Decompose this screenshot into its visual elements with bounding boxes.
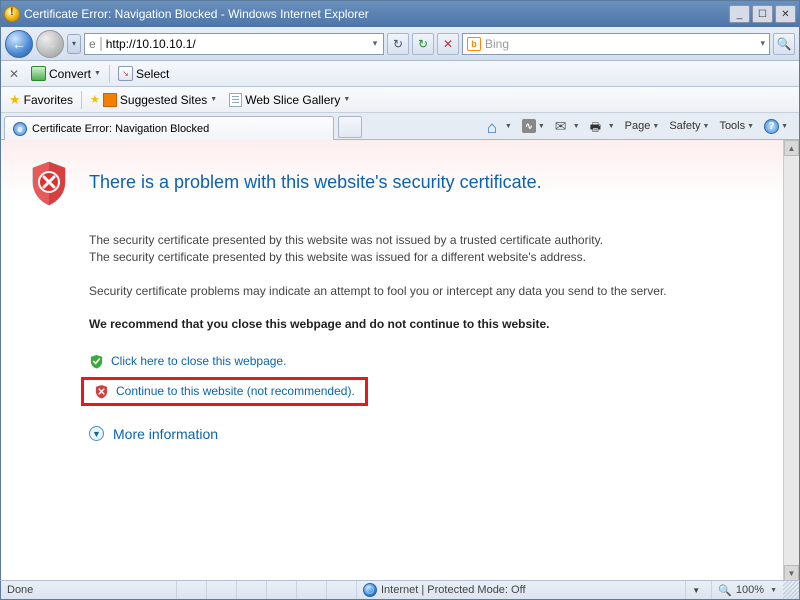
page-menu-button[interactable]: Page▼ [621, 118, 664, 134]
zoom-control[interactable]: 🔍 100% ▼ [711, 581, 783, 599]
refresh-button[interactable]: ↻ [412, 33, 434, 55]
pdf-toolbar: ✕ Convert ▼ ↘ Select [1, 61, 799, 87]
web-slice-button[interactable]: Web Slice Gallery ▼ [225, 91, 354, 109]
recommendation-text: We recommend that you close this webpage… [89, 316, 769, 333]
search-provider-label: Bing [485, 37, 509, 51]
scroll-up-button[interactable]: ▲ [784, 140, 799, 156]
suggested-sites-icon [103, 93, 117, 107]
select-button[interactable]: ↘ Select [114, 64, 173, 83]
command-bar: ▼ ∿▼ ▼ ▼ Page▼ Safety▼ Tools▼ ?▼ [483, 116, 796, 136]
error-detail-2: Security certificate problems may indica… [89, 283, 769, 300]
star-icon: ★ [9, 92, 21, 108]
window-titlebar: Certificate Error: Navigation Blocked - … [1, 1, 799, 27]
address-history-dropdown[interactable]: ▾ [367, 38, 383, 49]
window-title: Certificate Error: Navigation Blocked - … [24, 7, 369, 21]
close-webpage-link[interactable]: Click here to close this webpage. [111, 354, 286, 368]
safety-menu-button[interactable]: Safety▼ [665, 118, 713, 134]
web-slice-icon [229, 93, 242, 107]
resize-grip[interactable] [783, 581, 799, 599]
mail-icon [555, 118, 571, 134]
error-detail-1: The security certificate presented by th… [89, 232, 769, 267]
address-input[interactable] [102, 34, 367, 54]
rss-icon: ∿ [522, 119, 536, 133]
zoom-icon: 🔍 [718, 584, 732, 597]
help-icon: ? [764, 119, 779, 134]
star-icon: ★ [90, 93, 100, 106]
error-heading: There is a problem with this website's s… [89, 172, 542, 193]
printer-icon [590, 118, 606, 134]
bing-icon: b [467, 37, 481, 51]
stop-button[interactable]: ✕ [437, 33, 459, 55]
globe-icon [363, 583, 377, 597]
security-zone[interactable]: Internet | Protected Mode: Off [356, 581, 685, 599]
close-toolbar-button[interactable]: ✕ [5, 65, 23, 83]
separator [109, 65, 110, 83]
feeds-button[interactable]: ∿▼ [518, 117, 549, 135]
search-dropdown[interactable]: ▾ [760, 38, 765, 49]
scroll-down-button[interactable]: ▼ [784, 565, 799, 581]
minimize-button[interactable]: _ [729, 5, 750, 23]
separator [81, 91, 82, 109]
vertical-scrollbar[interactable]: ▲ ▼ [783, 140, 799, 581]
continue-anyway-link[interactable]: Continue to this website (not recommende… [116, 384, 355, 398]
compat-refresh-button[interactable]: ↻ [387, 33, 409, 55]
tab-label: Certificate Error: Navigation Blocked [32, 123, 209, 135]
close-window-button[interactable]: ✕ [775, 5, 796, 23]
new-tab-button[interactable] [338, 116, 362, 138]
recent-pages-dropdown[interactable]: ▾ [67, 34, 81, 54]
expand-icon: ▼ [89, 426, 104, 441]
navigation-bar: ← → ▾ e ▾ ↻ ↻ ✕ b Bing ▾ 🔍 [1, 27, 799, 61]
maximize-button[interactable]: ☐ [752, 5, 773, 23]
suggested-sites-button[interactable]: ★ Suggested Sites ▼ [86, 91, 221, 109]
favorites-bar: ★ Favorites ★ Suggested Sites ▼ Web Slic… [1, 87, 799, 113]
zone-dropdown-button[interactable]: ▼ [685, 581, 711, 599]
forward-button[interactable]: → [36, 30, 64, 58]
tools-menu-button[interactable]: Tools▼ [715, 118, 758, 134]
status-bar: Done Internet | Protected Mode: Off ▼ 🔍 … [0, 580, 800, 600]
more-information-toggle[interactable]: ▼ More information [89, 426, 769, 442]
convert-icon [31, 66, 46, 81]
search-go-button[interactable]: 🔍 [773, 33, 795, 55]
tab-bar: e Certificate Error: Navigation Blocked … [1, 113, 799, 140]
read-mail-button[interactable]: ▼ [551, 116, 584, 136]
chevron-down-icon: ▼ [343, 96, 350, 103]
chevron-down-icon: ▼ [770, 587, 777, 594]
select-icon: ↘ [118, 66, 133, 81]
chevron-down-icon: ▼ [94, 70, 101, 77]
search-box[interactable]: b Bing ▾ [462, 33, 770, 55]
print-button[interactable]: ▼ [586, 116, 619, 136]
home-button[interactable]: ▼ [483, 116, 516, 136]
close-webpage-action: Click here to close this webpage. [89, 350, 769, 373]
home-icon [487, 118, 503, 134]
chevron-down-icon: ▼ [210, 96, 217, 103]
page-icon: e [85, 37, 102, 51]
help-button[interactable]: ?▼ [760, 117, 792, 136]
shield-x-icon [29, 160, 69, 206]
page-content: There is a problem with this website's s… [1, 140, 799, 581]
back-button[interactable]: ← [5, 30, 33, 58]
status-text: Done [1, 581, 176, 599]
ie-page-icon: e [13, 122, 27, 136]
cert-warning-icon [4, 6, 20, 22]
continue-highlighted-box: Continue to this website (not recommende… [81, 377, 368, 406]
convert-button[interactable]: Convert ▼ [27, 64, 105, 83]
favorites-button[interactable]: ★ Favorites [5, 90, 77, 110]
address-bar[interactable]: e ▾ [84, 33, 384, 55]
tab-active[interactable]: e Certificate Error: Navigation Blocked [4, 116, 334, 140]
shield-x-icon [94, 384, 109, 399]
shield-check-icon [89, 354, 104, 369]
